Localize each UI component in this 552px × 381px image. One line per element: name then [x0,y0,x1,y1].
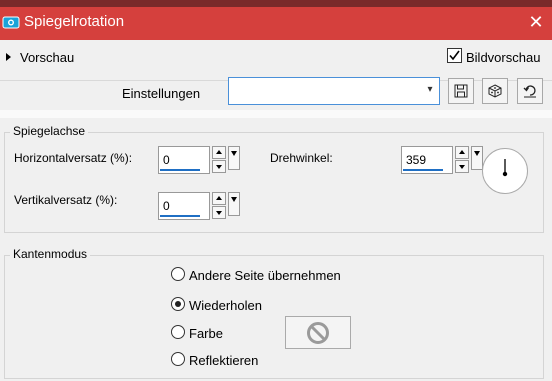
color-swatch-button[interactable] [285,316,351,349]
dropdown-button[interactable] [228,146,240,170]
rotation-angle-value: 359 [406,153,427,167]
angle-dial[interactable] [482,148,528,194]
radio-other-side[interactable] [171,267,185,281]
decrement-button[interactable] [212,206,226,219]
horizontal-offset-input[interactable]: 0 [158,146,210,174]
rotation-angle-label: Drehwinkel: [270,151,333,165]
option-label-other-side[interactable]: Andere Seite übernehmen [189,268,341,283]
save-icon [454,84,468,98]
horizontal-offset-label: Horizontalversatz (%): [14,151,133,165]
radio-color[interactable] [171,325,185,339]
close-icon[interactable]: ✕ [526,12,546,32]
camera-icon [2,15,20,29]
preview-label[interactable]: Vorschau [20,50,74,65]
image-preview-checkbox[interactable] [447,48,462,63]
vertical-offset-input[interactable]: 0 [158,192,210,220]
option-label-repeat[interactable]: Wiederholen [189,298,262,313]
edge-mode-title: Kantenmodus [10,247,91,261]
save-preset-button[interactable] [448,78,474,104]
dropdown-button[interactable] [471,146,483,170]
horizontal-offset-value: 0 [163,153,170,167]
band [0,110,552,118]
preset-combobox[interactable] [228,77,440,105]
vertical-offset-label: Vertikalversatz (%): [14,193,118,207]
value-underline [160,169,200,171]
radio-reflect[interactable] [171,352,185,366]
dropdown-button[interactable] [228,192,240,216]
window-top-strip [0,0,552,7]
chevron-down-icon[interactable]: ▾ [424,84,436,96]
option-label-reflect[interactable]: Reflektieren [189,353,258,368]
rotation-angle-spinner[interactable]: 359 [401,146,483,174]
window-title: Spiegelrotation [24,13,125,30]
expand-arrow-icon[interactable] [6,53,11,61]
reset-icon [523,85,536,98]
mirror-axis-title: Spiegelachse [10,124,89,138]
reset-button[interactable] [517,78,543,104]
vertical-offset-value: 0 [163,199,170,213]
increment-button[interactable] [212,192,226,205]
random-button[interactable] [482,78,508,104]
vertical-offset-spinner[interactable]: 0 [158,192,240,220]
decrement-button[interactable] [455,160,469,173]
no-color-icon [307,322,329,344]
radio-repeat[interactable] [171,297,185,311]
option-label-color[interactable]: Farbe [189,326,223,341]
decrement-button[interactable] [212,160,226,173]
rotation-angle-input[interactable]: 359 [401,146,453,174]
increment-button[interactable] [212,146,226,159]
settings-label: Einstellungen [122,86,201,101]
image-preview-label[interactable]: Bildvorschau [466,50,540,65]
horizontal-offset-spinner[interactable]: 0 [158,146,240,174]
value-underline [403,169,443,171]
increment-button[interactable] [455,146,469,159]
value-underline [160,215,200,217]
random-dice-icon [488,84,502,98]
